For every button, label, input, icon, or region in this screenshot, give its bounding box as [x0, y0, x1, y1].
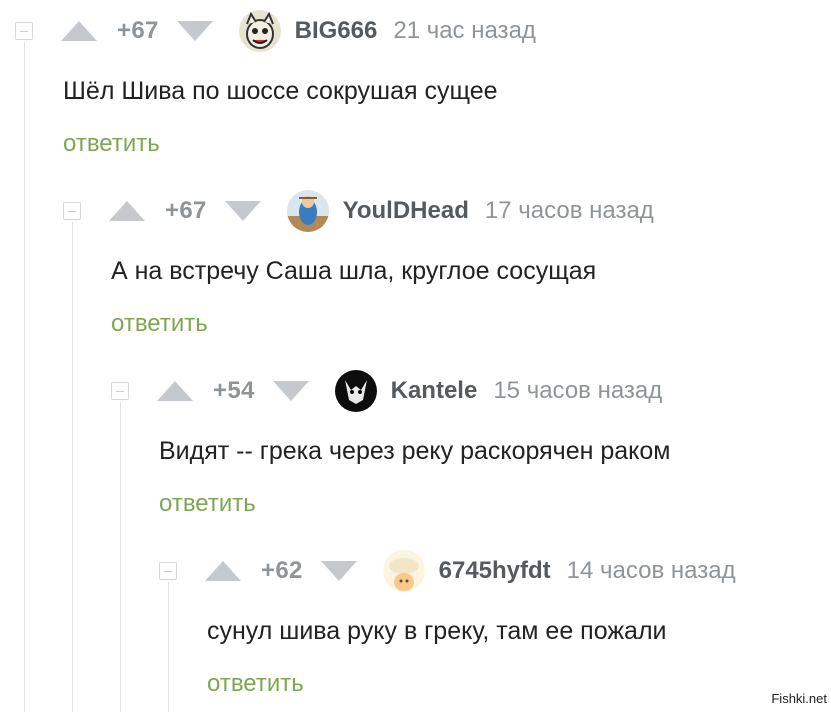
comment-rating: +62 [261, 557, 303, 584]
thread-branch-line [24, 42, 25, 712]
comment-thread: +67 BIG666 21 час назад Шёл Шива по шосс… [0, 0, 831, 712]
cartoon-avatar-icon[interactable] [238, 10, 281, 52]
timestamp: 14 часов назад [566, 557, 736, 584]
username[interactable]: YoulDHead [343, 197, 469, 225]
comment-text: Видят -- грека через реку раскорячен рак… [159, 437, 671, 465]
username[interactable]: 6745hyfdt [439, 557, 551, 585]
reply-link[interactable]: ответить [159, 490, 256, 518]
comment-header: +62 6745hyfdt 14 часов назад [159, 550, 736, 592]
downvote-arrow-icon[interactable] [176, 21, 213, 41]
reply-link[interactable]: ответить [111, 310, 208, 338]
upvote-arrow-icon[interactable] [205, 561, 241, 581]
reply-link[interactable]: ответить [207, 670, 304, 698]
timestamp: 17 часов назад [484, 197, 654, 224]
comment-rating: +67 [117, 17, 159, 44]
collapse-button[interactable] [15, 22, 33, 40]
username[interactable]: BIG666 [295, 17, 378, 45]
downvote-arrow-icon[interactable] [272, 381, 309, 401]
painting-avatar-icon[interactable] [286, 190, 329, 232]
downvote-arrow-icon[interactable] [224, 201, 261, 221]
comment-text: А на встречу Саша шла, круглое сосущая [111, 257, 597, 285]
thread-branch-line [72, 222, 73, 712]
collapse-button[interactable] [159, 562, 177, 580]
dark-face-avatar-icon[interactable] [334, 370, 377, 412]
comment-text: Шёл Шива по шоссе сокрушая сущее [63, 77, 498, 105]
comment-header: +67 YoulDHead 17 часов назад [63, 190, 654, 232]
reply-link[interactable]: ответить [63, 130, 160, 158]
username[interactable]: Kantele [391, 377, 478, 405]
collapse-button[interactable] [63, 202, 81, 220]
comment-header: +54 Kantele 15 часов назад [111, 370, 663, 412]
upvote-arrow-icon[interactable] [61, 21, 97, 41]
timestamp: 21 час назад [393, 17, 536, 44]
cat-avatar-icon[interactable] [382, 550, 425, 592]
downvote-arrow-icon[interactable] [320, 561, 357, 581]
comment-text: сунул шива руку в греку, там ее пожали [207, 617, 667, 645]
comment-rating: +67 [165, 197, 207, 224]
collapse-button[interactable] [111, 382, 129, 400]
upvote-arrow-icon[interactable] [157, 381, 193, 401]
thread-branch-line [120, 402, 121, 712]
upvote-arrow-icon[interactable] [109, 201, 145, 221]
comment-rating: +54 [213, 377, 255, 404]
timestamp: 15 часов назад [493, 377, 663, 404]
thread-branch-line [168, 582, 169, 712]
watermark: Fishki.net [771, 691, 827, 706]
comment-header: +67 BIG666 21 час назад [15, 10, 536, 52]
